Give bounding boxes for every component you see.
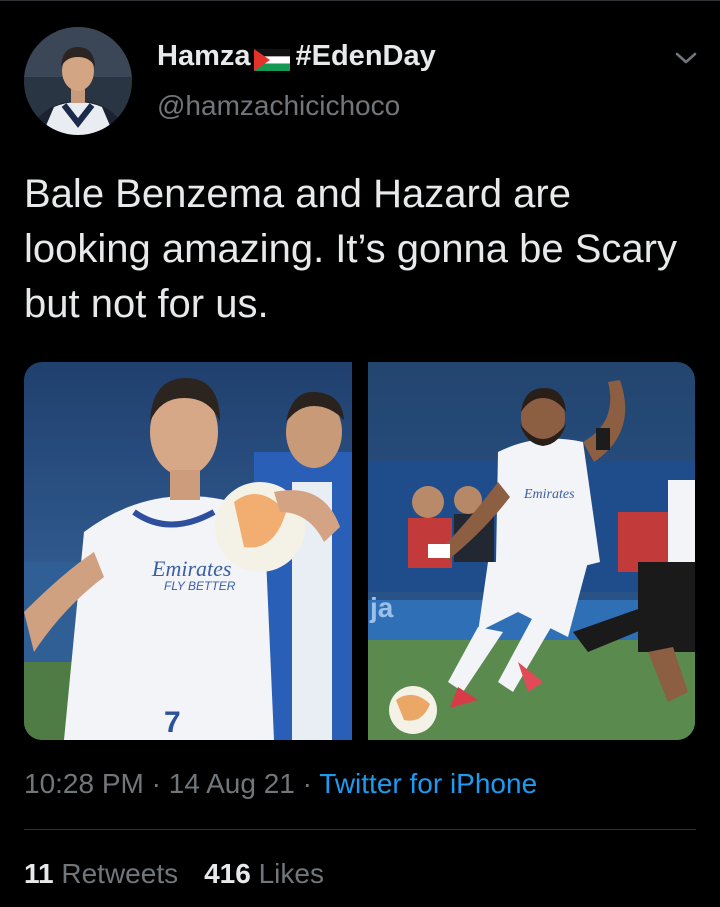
svg-text:Emirates: Emirates — [151, 556, 231, 581]
tweet-date[interactable]: 14 Aug 21 — [169, 768, 295, 799]
retweets-label: Retweets — [61, 858, 179, 889]
author-name-suffix: #EdenDay — [295, 40, 436, 72]
author-handle[interactable]: @hamzachicichoco — [157, 90, 400, 122]
photo-right[interactable]: ja Emirates — [368, 362, 695, 740]
top-border — [0, 0, 720, 1]
svg-text:ja: ja — [369, 592, 394, 623]
author-display-name: Hamza — [157, 40, 251, 72]
tweet-source-link[interactable]: Twitter for iPhone — [319, 768, 537, 799]
photo-left[interactable]: Emirates FLY BETTER 7 — [24, 362, 352, 740]
media-grid: Emirates FLY BETTER 7 ja Emirates — [24, 362, 695, 740]
tweet-meta: 10:28 PM · 14 Aug 21 · Twitter for iPhon… — [24, 768, 537, 800]
likes-count: 416 — [204, 858, 251, 889]
svg-text:7: 7 — [164, 706, 181, 739]
likes-label: Likes — [258, 858, 324, 889]
retweets-stat[interactable]: 11 Retweets — [24, 858, 178, 889]
palestine-flag-icon — [253, 46, 290, 71]
chevron-down-icon[interactable] — [674, 46, 698, 70]
football-photo: ja Emirates — [368, 362, 695, 740]
divider — [24, 829, 696, 830]
meta-separator: · — [302, 768, 312, 799]
avatar[interactable] — [24, 27, 132, 135]
meta-separator: · — [151, 768, 161, 799]
tweet-time[interactable]: 10:28 PM — [24, 768, 144, 799]
avatar-photo — [24, 27, 132, 135]
football-photo: Emirates FLY BETTER 7 — [24, 362, 352, 740]
tweet-stats: 11 Retweets 416 Likes — [24, 858, 324, 890]
retweets-count: 11 — [24, 858, 54, 889]
svg-text:Emirates: Emirates — [523, 487, 575, 502]
likes-stat[interactable]: 416 Likes — [204, 858, 324, 889]
author-name[interactable]: Hamza #EdenDay — [157, 40, 436, 73]
tweet-text: Bale Benzema and Hazard are looking amaz… — [24, 172, 677, 326]
svg-text:FLY BETTER: FLY BETTER — [164, 579, 236, 593]
